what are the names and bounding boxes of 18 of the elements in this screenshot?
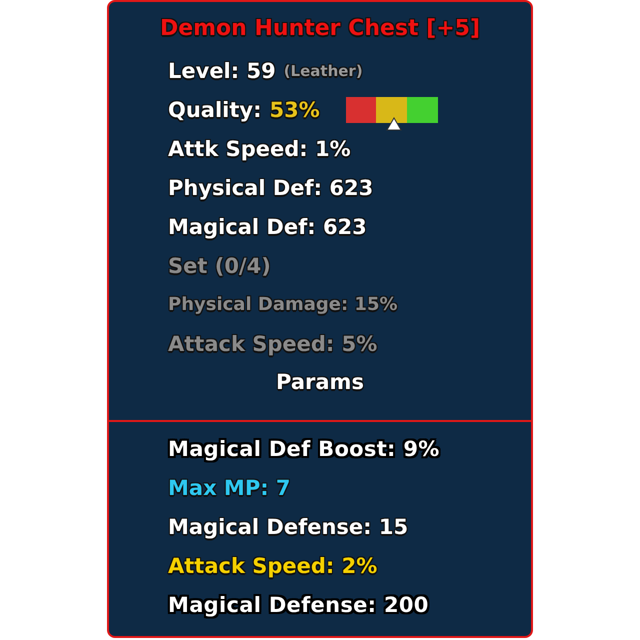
set-bonus: Physical Damage: 15% xyxy=(168,293,398,317)
stat-text: Physical Def: 623 xyxy=(168,175,374,201)
param-text: Magical Defense: 15 xyxy=(168,514,408,540)
set-bonus: Attack Speed: 5% xyxy=(168,331,378,357)
stat-text: Attk Speed: 1% xyxy=(168,136,351,162)
item-title: Demon Hunter Chest [+5] xyxy=(160,16,480,42)
material-text: (Leather) xyxy=(284,61,363,82)
quality-label: Quality: xyxy=(168,97,262,123)
section-heading: Params xyxy=(276,369,364,395)
param-text: Magical Defense: 200 xyxy=(168,592,429,618)
param-text: Magical Def Boost: 9% xyxy=(168,436,440,462)
quality-pointer xyxy=(386,117,402,131)
quality-value: 53% xyxy=(270,97,320,123)
stat-text: Magical Def: 623 xyxy=(168,214,367,240)
set-title: Set (0/4) xyxy=(168,253,271,279)
param-text: Max MP: 7 xyxy=(168,475,291,501)
level-text: Level: 59 xyxy=(168,58,276,84)
param-text: Attack Speed: 2% xyxy=(168,553,378,579)
